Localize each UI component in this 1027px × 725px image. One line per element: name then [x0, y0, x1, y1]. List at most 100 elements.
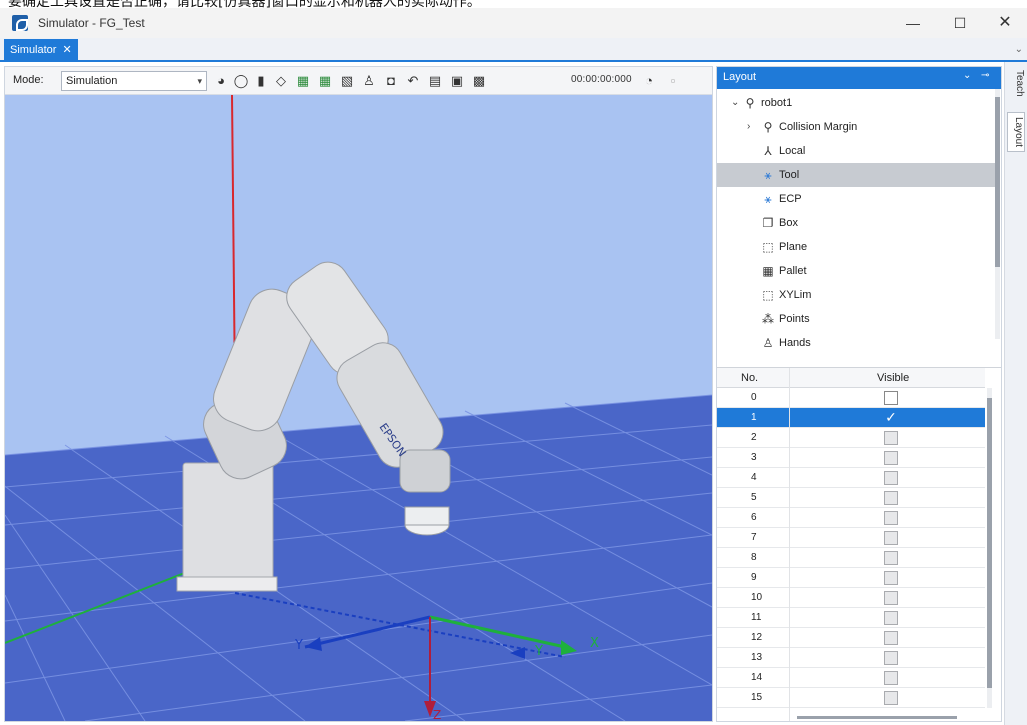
row-number: 3 [751, 452, 757, 463]
table-row[interactable]: 3 [717, 448, 985, 468]
local-axes-icon: ⅄ [764, 144, 772, 158]
tree-item-pallet[interactable]: ▦ Pallet [717, 259, 997, 283]
tree-item-ecp[interactable]: ⚹ ECP [717, 187, 997, 211]
grid-scrollbar[interactable] [987, 388, 992, 708]
tab-overflow-chevron-icon[interactable]: ⌄ [1015, 44, 1023, 55]
view-top-icon[interactable]: ▧ [339, 73, 355, 89]
table-row[interactable]: 10 [717, 588, 985, 608]
camera-icon[interactable]: ◘ [383, 73, 399, 89]
document-tab-strip: Simulator ✕ ⌄ [0, 38, 1027, 62]
plane-icon: ⬚ [762, 240, 774, 254]
simulator-window: 要确定工具设置是否正确，请比较[仿真器]窗口的显示和机器人的实际动作。 Simu… [0, 0, 1027, 725]
tree-item-hands[interactable]: ♙ Hands [717, 331, 997, 355]
visibility-grid: No. Visible 0 1 ✓ 2 3 4 5 6 7 8 9 10 11 12 13 14 15 [717, 367, 1001, 721]
visible-checkbox [884, 531, 898, 545]
reset-icon[interactable]: ↶ [405, 73, 421, 89]
caption-text: 要确定工具设置是否正确，请比较[仿真器]窗口的显示和机器人的实际动作。 [8, 0, 481, 8]
expand-chevron-icon[interactable]: › [747, 115, 750, 139]
table-row[interactable]: 11 [717, 608, 985, 628]
tree-item-label: Tool [779, 169, 800, 181]
visible-checkbox[interactable]: ✓ [884, 410, 898, 425]
panel-dropdown-icon[interactable]: ⌄ [963, 70, 971, 81]
table-row[interactable]: 1 ✓ [717, 408, 985, 428]
tab-simulator[interactable]: Simulator ✕ [4, 39, 78, 61]
tree-item-label: XYLim [779, 289, 812, 301]
table-row[interactable]: 9 [717, 568, 985, 588]
tree-item-local[interactable]: ⅄ Local [717, 139, 997, 163]
table-row[interactable]: 5 [717, 488, 985, 508]
row-number: 4 [751, 472, 757, 483]
tree-item-label: Local [779, 145, 806, 157]
speed-icon[interactable]: ◔ [641, 73, 657, 89]
row-number: 12 [751, 632, 763, 643]
tree-item-label: Plane [779, 241, 808, 253]
3d-viewport[interactable]: EPSON X Y Y Z [5, 95, 712, 721]
table-row[interactable]: 6 [717, 508, 985, 528]
maximize-button[interactable]: ☐ [938, 8, 982, 38]
grid-horizontal-scrollbar[interactable] [797, 716, 957, 719]
row-number: 5 [751, 492, 757, 503]
pin-icon[interactable]: ⊸ [981, 70, 989, 81]
tree-item-plane[interactable]: ⬚ Plane [717, 235, 997, 259]
mode-select[interactable]: Simulation ▾ [61, 71, 207, 91]
layout-icon[interactable]: ▤ [427, 73, 443, 89]
simulator-pane: Mode: Simulation ▾ ◕ ◯ ▮ ◇ ▦ ▦ ▧ ♙ ◘ ↶ ▤… [4, 66, 713, 722]
tree-item-collision-margin[interactable]: › ⚲ Collision Margin [717, 115, 997, 139]
view-front-icon[interactable]: ▦ [295, 73, 311, 89]
table-row[interactable]: 2 [717, 428, 985, 448]
table-row[interactable]: 15 [717, 688, 985, 708]
row-number: 11 [751, 612, 762, 623]
robot-move-icon[interactable]: ♙ [361, 73, 377, 89]
snapshot-icon[interactable]: ▣ [449, 73, 465, 89]
view-side-icon[interactable]: ▦ [317, 73, 333, 89]
table-row[interactable]: 14 [717, 668, 985, 688]
chevron-down-icon: ▾ [197, 76, 202, 86]
table-row[interactable]: 13 [717, 648, 985, 668]
tree-item-points[interactable]: ⁂ Points [717, 307, 997, 331]
minimize-button[interactable]: — [891, 8, 935, 38]
tree-scrollbar[interactable] [995, 89, 1000, 339]
tree-item-label: robot1 [761, 97, 793, 109]
cylinder-view-icon[interactable]: ▮ [253, 73, 269, 89]
close-window-button[interactable]: ✕ [983, 8, 1027, 38]
pallet-icon: ▦ [762, 264, 774, 278]
visible-checkbox[interactable] [884, 391, 898, 405]
tree-item-label: Points [779, 313, 810, 325]
window-title: Simulator - FG_Test [38, 16, 145, 30]
table-row[interactable]: 4 [717, 468, 985, 488]
hands-icon: ♙ [762, 336, 774, 350]
side-tab-teach[interactable]: Teach [1007, 66, 1025, 101]
tree-item-box[interactable]: ❐ Box [717, 211, 997, 235]
table-row[interactable]: 8 [717, 548, 985, 568]
row-number: 13 [751, 652, 763, 663]
wireframe-view-icon[interactable]: ◯ [233, 73, 249, 89]
visible-checkbox [884, 511, 898, 525]
visible-checkbox [884, 471, 898, 485]
row-number: 10 [751, 592, 763, 603]
side-tab-layout[interactable]: Layout [1007, 112, 1025, 153]
points-icon: ⁂ [762, 312, 774, 326]
plane-view-icon[interactable]: ◇ [273, 73, 289, 89]
table-row[interactable]: 12 [717, 628, 985, 648]
collapse-chevron-icon[interactable]: ⌄ [731, 91, 739, 115]
tab-close-icon[interactable]: ✕ [62, 44, 71, 56]
settings-icon[interactable]: ▫ [665, 73, 681, 89]
row-number: 7 [751, 532, 757, 543]
solid-view-icon[interactable]: ◕ [213, 73, 229, 89]
row-number: 14 [751, 672, 763, 683]
table-row[interactable]: 7 [717, 528, 985, 548]
layout-panel-header: Layout ⌄ ⊸ [717, 67, 1001, 89]
mode-select-value: Simulation [66, 75, 118, 87]
visible-checkbox [884, 451, 898, 465]
visible-checkbox [884, 631, 898, 645]
tree-item-tool[interactable]: ⚹ Tool [717, 163, 997, 187]
column-divider [789, 368, 790, 721]
row-number: 2 [751, 432, 757, 443]
tree-item-robot1[interactable]: ⌄ ⚲ robot1 [717, 91, 997, 115]
record-icon[interactable]: ▩ [471, 73, 487, 89]
x-axis-label: X [590, 636, 599, 651]
box-icon: ❐ [762, 216, 774, 230]
table-row[interactable]: 0 [717, 388, 985, 408]
tree-item-xylim[interactable]: ⬚ XYLim [717, 283, 997, 307]
xylim-icon: ⬚ [762, 288, 774, 302]
